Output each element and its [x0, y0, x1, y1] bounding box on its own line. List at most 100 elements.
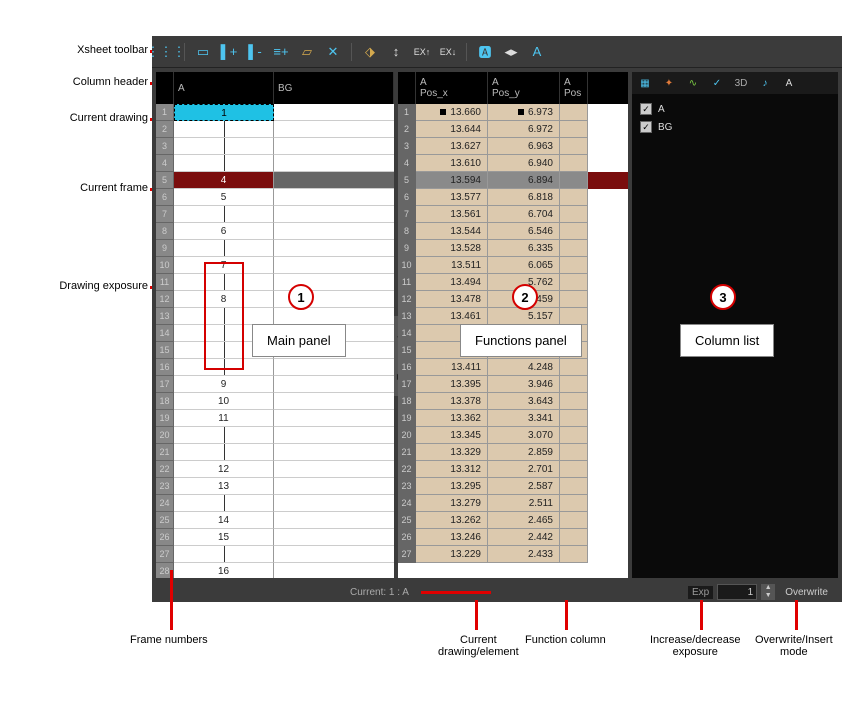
func-row[interactable]: 2713.2292.433 — [398, 546, 628, 563]
pos3-cell[interactable] — [560, 393, 588, 410]
drawing-cell[interactable] — [174, 274, 274, 291]
column-list-item[interactable]: ✓BG — [640, 118, 830, 136]
func-row[interactable]: 113.6606.973 — [398, 104, 628, 121]
drawing-cell[interactable] — [174, 495, 274, 512]
column-list-tab[interactable]: 3D — [732, 75, 750, 91]
drawing-cell[interactable]: 11 — [174, 410, 274, 427]
main-row[interactable]: 2816 — [156, 563, 394, 578]
pos3-cell[interactable] — [560, 291, 588, 308]
posx-cell[interactable]: 13.660 — [416, 104, 488, 121]
posy-cell[interactable]: 3.946 — [488, 376, 560, 393]
func-row[interactable]: 2013.3453.070 — [398, 427, 628, 444]
drawing-cell[interactable]: 1 — [174, 104, 274, 121]
bg-cell[interactable] — [274, 461, 394, 478]
checkbox-icon[interactable]: ✓ — [640, 121, 652, 133]
posy-cell[interactable]: 6.940 — [488, 155, 560, 172]
pos3-cell[interactable] — [560, 104, 588, 121]
posy-cell[interactable]: 6.335 — [488, 240, 560, 257]
main-row[interactable]: 21 — [156, 444, 394, 461]
main-row[interactable]: 13 — [156, 308, 394, 325]
posy-cell[interactable]: 6.704 — [488, 206, 560, 223]
posx-cell[interactable]: 13.229 — [416, 546, 488, 563]
pos3-cell[interactable] — [560, 189, 588, 206]
posy-cell[interactable]: 6.065 — [488, 257, 560, 274]
pos3-cell[interactable] — [560, 223, 588, 240]
main-row[interactable]: 128 — [156, 291, 394, 308]
drawing-cell[interactable] — [174, 444, 274, 461]
column-list-tab[interactable]: ∿ — [684, 75, 702, 91]
main-row[interactable]: 65 — [156, 189, 394, 206]
func-row[interactable]: 413.6106.940 — [398, 155, 628, 172]
bg-cell[interactable] — [274, 172, 394, 189]
list-add-icon[interactable]: ≡+ — [271, 42, 291, 62]
drawing-cell[interactable]: 14 — [174, 512, 274, 529]
drawing-cell[interactable]: 6 — [174, 223, 274, 240]
column-list-tab[interactable]: ♪ — [756, 75, 774, 91]
send-icon[interactable]: ▱ — [297, 42, 317, 62]
main-row[interactable]: 2615 — [156, 529, 394, 546]
view-rect-icon[interactable]: ▭ — [193, 42, 213, 62]
func-row[interactable]: 1613.4114.248 — [398, 359, 628, 376]
main-row[interactable]: 107 — [156, 257, 394, 274]
drawing-cell[interactable]: 4 — [174, 172, 274, 189]
main-row[interactable]: 16 — [156, 359, 394, 376]
posx-cell[interactable]: 13.511 — [416, 257, 488, 274]
posy-cell[interactable]: 2.859 — [488, 444, 560, 461]
bg-cell[interactable] — [274, 138, 394, 155]
posy-cell[interactable]: 6.973 — [488, 104, 560, 121]
main-row[interactable]: 3 — [156, 138, 394, 155]
mode-label[interactable]: Overwrite — [779, 587, 834, 598]
posx-cell[interactable]: 13.494 — [416, 274, 488, 291]
posx-cell[interactable]: 13.561 — [416, 206, 488, 223]
pos3-cell[interactable] — [560, 427, 588, 444]
bg-cell[interactable] — [274, 393, 394, 410]
func-row[interactable]: 713.5616.704 — [398, 206, 628, 223]
bg-cell[interactable] — [274, 189, 394, 206]
drawing-cell[interactable] — [174, 240, 274, 257]
column-list-tab[interactable]: ✦ — [660, 75, 678, 91]
posx-cell[interactable]: 13.544 — [416, 223, 488, 240]
column-list-item[interactable]: ✓A — [640, 100, 830, 118]
posx-cell[interactable]: 13.345 — [416, 427, 488, 444]
posy-cell[interactable]: 2.442 — [488, 529, 560, 546]
header-posy[interactable]: A Pos_y — [488, 72, 560, 104]
menu-dots-icon[interactable]: ⋮⋮⋮ — [156, 42, 176, 62]
func-row[interactable]: 513.5946.894 — [398, 172, 628, 189]
drawing-cell[interactable]: 13 — [174, 478, 274, 495]
drawing-cell[interactable] — [174, 546, 274, 563]
posy-cell[interactable]: 6.818 — [488, 189, 560, 206]
pos3-cell[interactable] — [560, 155, 588, 172]
column-list-tab[interactable]: ✓ — [708, 75, 726, 91]
func-row[interactable]: 913.5286.335 — [398, 240, 628, 257]
pos3-cell[interactable] — [560, 461, 588, 478]
bg-cell[interactable] — [274, 444, 394, 461]
main-row[interactable]: 9 — [156, 240, 394, 257]
posx-cell[interactable]: 13.577 — [416, 189, 488, 206]
main-row[interactable]: 24 — [156, 495, 394, 512]
column-list-tab[interactable]: ▦ — [636, 75, 654, 91]
posy-cell[interactable]: 2.701 — [488, 461, 560, 478]
func-row[interactable]: 2213.3122.701 — [398, 461, 628, 478]
main-row[interactable]: 11 — [156, 274, 394, 291]
drawing-cell[interactable]: 5 — [174, 189, 274, 206]
pos3-cell[interactable] — [560, 240, 588, 257]
posx-cell[interactable]: 13.610 — [416, 155, 488, 172]
posy-cell[interactable]: 6.894 — [488, 172, 560, 189]
bg-cell[interactable] — [274, 495, 394, 512]
ex-down-icon[interactable]: EX↓ — [438, 42, 458, 62]
main-row[interactable]: 27 — [156, 546, 394, 563]
drawing-cell[interactable]: 9 — [174, 376, 274, 393]
delete-icon[interactable]: ✕ — [323, 42, 343, 62]
bg-cell[interactable] — [274, 478, 394, 495]
func-row[interactable]: 2413.2792.511 — [398, 495, 628, 512]
bg-cell[interactable] — [274, 546, 394, 563]
func-row[interactable]: 313.6276.963 — [398, 138, 628, 155]
posx-cell[interactable]: 13.627 — [416, 138, 488, 155]
collapse-icon[interactable]: ↕ — [386, 42, 406, 62]
pos3-cell[interactable] — [560, 172, 588, 189]
pos3-cell[interactable] — [560, 495, 588, 512]
bg-cell[interactable] — [274, 512, 394, 529]
posx-cell[interactable]: 13.528 — [416, 240, 488, 257]
posy-cell[interactable]: 2.465 — [488, 512, 560, 529]
main-row[interactable]: 1911 — [156, 410, 394, 427]
